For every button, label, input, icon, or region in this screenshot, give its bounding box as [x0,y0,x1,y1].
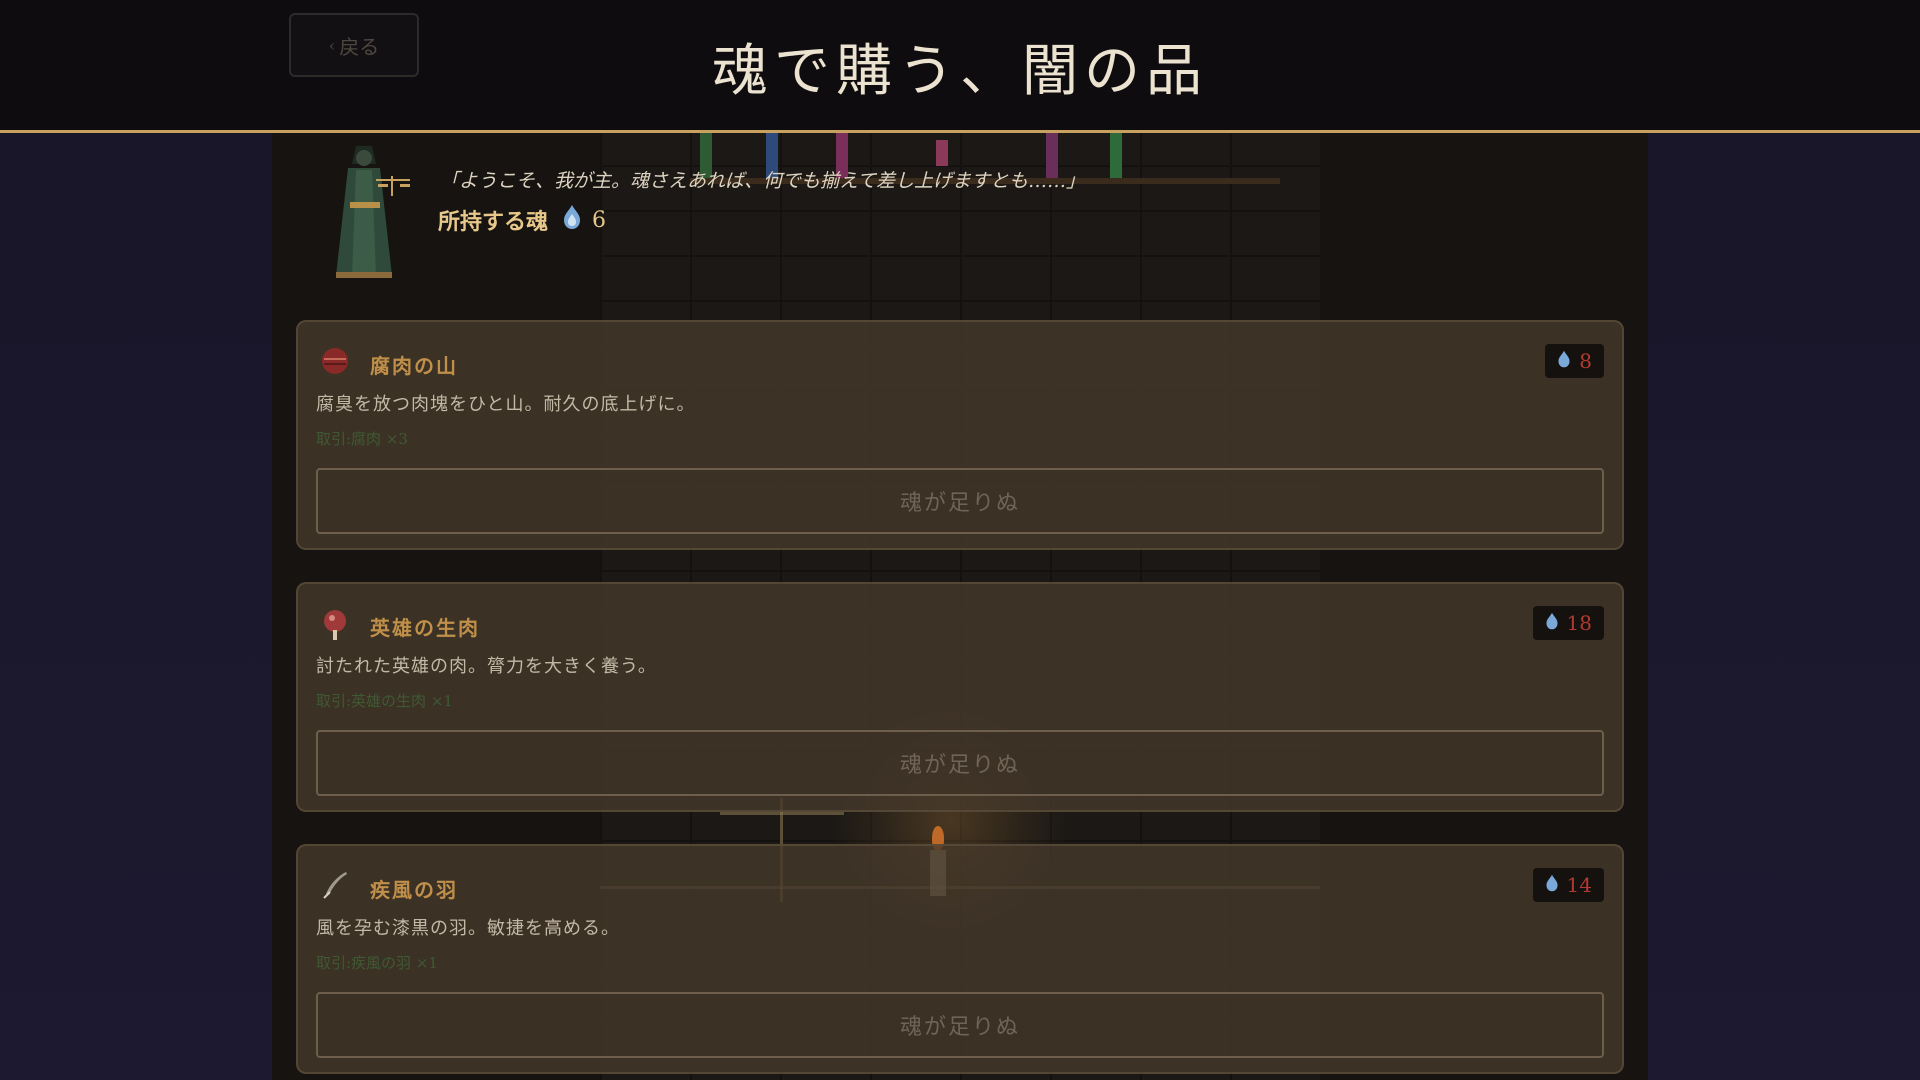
feather-icon [320,870,350,900]
item-description: 腐臭を放つ肉塊をひと山。耐久の底上げに。 [316,394,696,415]
item-price-value: 8 [1579,349,1592,373]
shop-item-card: 腐肉の山 8 腐臭を放つ肉塊をひと山。耐久の底上げに。 取引:腐肉 ×3 魂が足… [296,320,1624,550]
souls-count: 6 [592,207,607,233]
soul-flame-icon [1545,611,1559,635]
shop-item-card: 疾風の羽 14 風を孕む漆黒の羽。敏捷を高める。 取引:疾風の羽 ×1 魂が足り… [296,844,1624,1074]
rotten-meat-icon [320,346,350,376]
header-bar: ‹ 戻る 魂で購う、闇の品 [0,0,1920,133]
item-description: 風を孕む漆黒の羽。敏捷を高める。 [316,918,620,939]
item-description: 討たれた英雄の肉。膂力を大きく養う。 [316,656,657,677]
book [936,140,948,166]
background-left [0,0,272,1080]
souls-label: 所持する魂 [438,209,549,235]
item-stock: 取引:英雄の生肉 ×1 [316,692,453,710]
item-name: 疾風の羽 [370,878,458,902]
item-price-value: 18 [1566,611,1592,635]
merchant-speech: 「ようこそ、我が主。魂さえあれば、何でも揃えて差し上げますとも……」 [440,170,1086,192]
soul-flame-icon [1557,349,1571,373]
item-price: 18 [1532,606,1604,640]
raw-meat-icon [320,608,350,640]
item-price: 8 [1545,344,1604,378]
book [1110,128,1122,178]
item-price-value: 14 [1566,873,1592,897]
buy-button[interactable]: 魂が足りぬ [316,992,1604,1058]
background-right [1648,0,1920,1080]
item-name: 英雄の生肉 [370,616,480,640]
buy-button[interactable]: 魂が足りぬ [316,468,1604,534]
item-stock: 取引:疾風の羽 ×1 [316,954,438,972]
soul-flame-icon [562,204,582,236]
soul-flame-icon [1545,873,1559,897]
merchant-sprite [312,136,412,286]
item-stock: 取引:腐肉 ×3 [316,430,408,448]
souls-owned: 所持する魂 6 [438,204,606,236]
page-title: 魂で購う、闇の品 [712,39,1208,104]
shop-item-card: 英雄の生肉 18 討たれた英雄の肉。膂力を大きく養う。 取引:英雄の生肉 ×1 … [296,582,1624,812]
item-price: 14 [1532,868,1604,902]
buy-button[interactable]: 魂が足りぬ [316,730,1604,796]
item-name: 腐肉の山 [370,354,458,378]
